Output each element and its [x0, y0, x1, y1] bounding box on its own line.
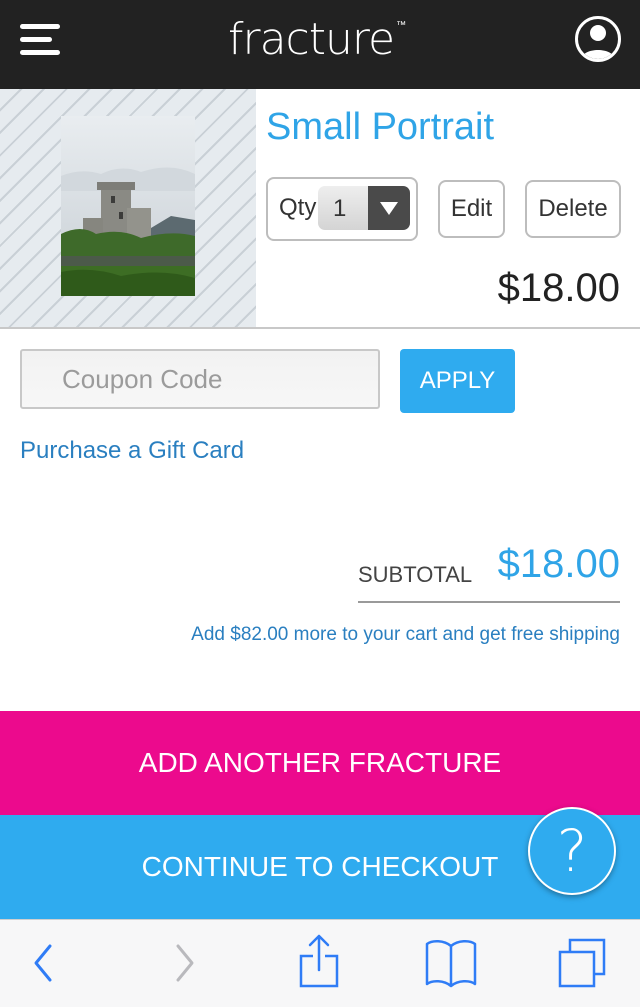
dropdown-arrow-icon	[368, 186, 410, 230]
share-icon[interactable]	[296, 934, 342, 994]
item-price: $18.00	[497, 266, 620, 310]
book-icon[interactable]	[424, 934, 478, 994]
help-icon[interactable]: ?	[528, 807, 616, 895]
tabs-icon[interactable]	[556, 934, 610, 994]
free-shipping-note: Add $82.00 more to your cart and get fre…	[191, 624, 620, 645]
browser-toolbar	[0, 919, 640, 1007]
apply-coupon-button[interactable]: APPLY	[400, 349, 515, 413]
quantity-label: Qty	[279, 194, 317, 221]
subtotal-label: SUBTOTAL	[358, 562, 473, 587]
purchase-gift-card-link[interactable]: Purchase a Gift Card	[20, 437, 244, 465]
chevron-left-icon[interactable]	[26, 934, 66, 994]
logo-trademark: ™	[396, 20, 406, 31]
menu-icon[interactable]	[18, 22, 62, 60]
quantity-select[interactable]: 1	[318, 186, 410, 230]
add-another-fracture-button[interactable]: ADD ANOTHER FRACTURE	[0, 711, 640, 815]
subtotal-value: $18.00	[497, 542, 620, 586]
user-icon[interactable]	[575, 16, 621, 62]
divider	[0, 327, 640, 329]
logo-text: fracture	[228, 14, 395, 65]
top-header: fracture ™	[0, 0, 640, 89]
quantity-value: 1	[333, 195, 347, 222]
quantity-control: Qty 1	[266, 177, 418, 241]
product-preview	[0, 89, 256, 327]
edit-button[interactable]: Edit	[438, 180, 505, 238]
subtotal-divider	[358, 601, 620, 603]
cart-item: Small Portrait Qty 1 Edit Delete $18.00	[0, 89, 640, 327]
fracture-logo[interactable]: fracture ™	[228, 14, 406, 70]
product-title: Small Portrait	[266, 106, 495, 148]
chevron-right-icon[interactable]	[166, 934, 206, 994]
coupon-code-input[interactable]	[20, 349, 380, 409]
product-thumbnail[interactable]	[61, 116, 195, 296]
delete-button[interactable]: Delete	[525, 180, 621, 238]
